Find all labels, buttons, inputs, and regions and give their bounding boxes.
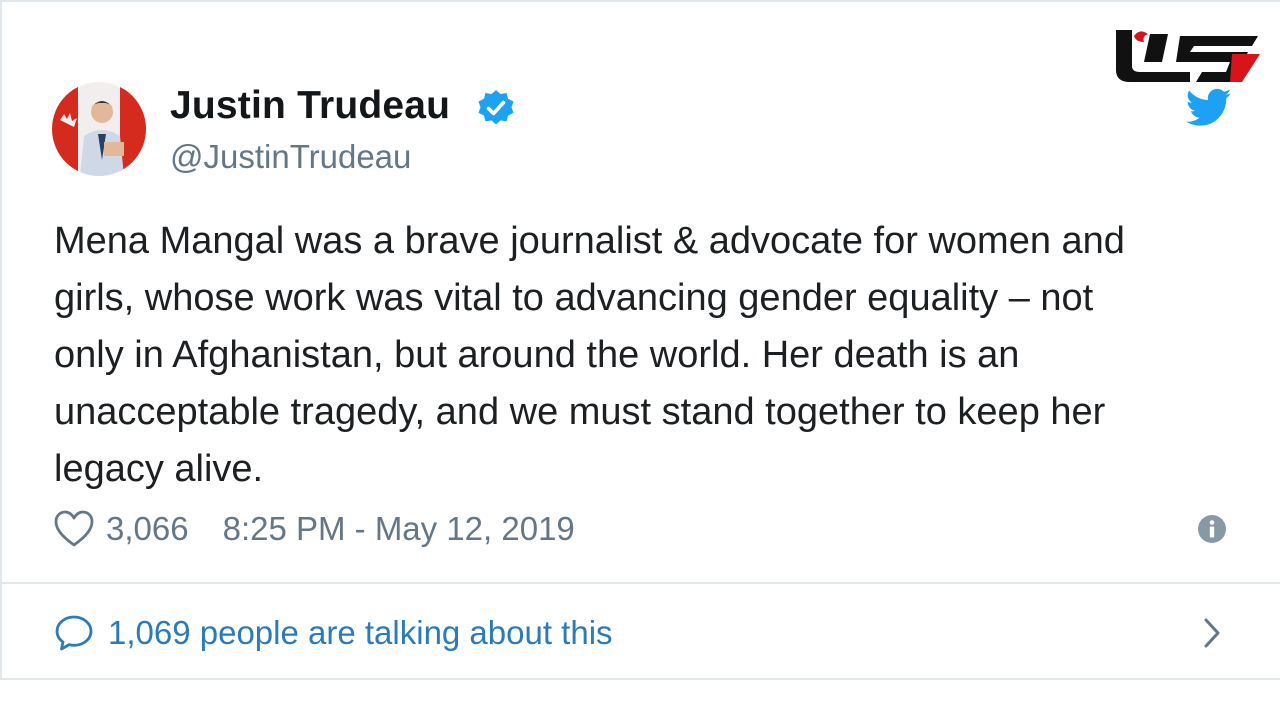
heart-icon[interactable] xyxy=(54,510,94,548)
info-icon[interactable] xyxy=(1197,514,1227,544)
tweet-text: Mena Mangal was a brave journalist & adv… xyxy=(54,213,1244,498)
tweet-meta: 3,066 8:25 PM - May 12, 2019 xyxy=(54,504,575,554)
chevron-right-icon[interactable] xyxy=(1198,614,1226,652)
like-count[interactable]: 3,066 xyxy=(106,510,189,548)
tweet-text-line: Mena Mangal was a brave journalist & adv… xyxy=(54,220,1125,262)
tweet-text-line: girls, whose work was vital to advancing… xyxy=(54,277,1094,319)
avatar[interactable] xyxy=(52,82,146,176)
tweet-card: Justin Trudeau @JustinTrudeau Mena Manga… xyxy=(0,0,1280,680)
tweet-timestamp[interactable]: 8:25 PM - May 12, 2019 xyxy=(223,510,575,548)
twitter-bird-icon[interactable] xyxy=(1186,88,1232,128)
divider xyxy=(2,582,1280,584)
site-logo xyxy=(1116,30,1260,82)
avatar-photo xyxy=(52,82,146,176)
talking-about-label[interactable]: 1,069 people are talking about this xyxy=(108,614,613,652)
tweet-text-line: unacceptable tragedy, and we must stand … xyxy=(54,391,1106,433)
author-handle[interactable]: @JustinTrudeau xyxy=(170,138,411,176)
talking-about-link[interactable]: 1,069 people are talking about this xyxy=(54,606,1234,660)
author-name[interactable]: Justin Trudeau xyxy=(170,84,450,128)
verified-badge-icon xyxy=(478,90,514,125)
speech-bubble-icon xyxy=(55,615,93,651)
tweet-text-line: legacy alive. xyxy=(54,448,264,490)
tweet-text-line: only in Afghanistan, but around the worl… xyxy=(54,334,1020,376)
